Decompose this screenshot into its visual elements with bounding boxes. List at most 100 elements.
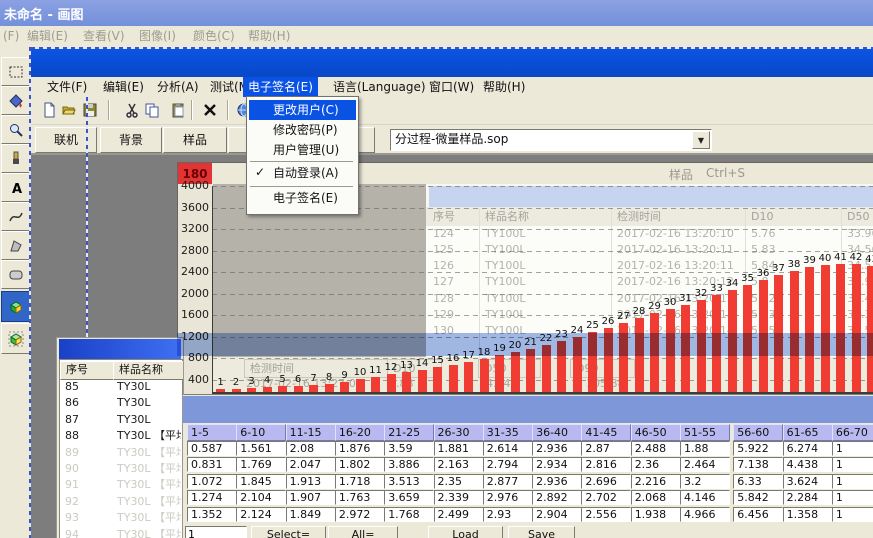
tool-button-text[interactable]: A — [1, 173, 30, 202]
paint-menu-item[interactable]: 编辑(E) — [27, 28, 68, 45]
dist-cell[interactable]: 1.913 — [286, 474, 336, 489]
toolbar-button-cut[interactable] — [122, 100, 142, 120]
app-menu-item[interactable]: 语言(Language) — [328, 77, 431, 97]
dist-cell[interactable]: 1.802 — [335, 457, 385, 472]
dist-cell[interactable]: 1.876 — [335, 441, 385, 456]
dist-cell[interactable]: 1 — [832, 507, 873, 522]
dist-cell[interactable]: 2.936 — [532, 441, 582, 456]
tool-button-fill[interactable] — [1, 86, 30, 115]
dist-cell[interactable]: 2.934 — [532, 457, 582, 472]
left-table-row-num[interactable]: 88 — [65, 428, 79, 443]
dist-cell[interactable]: 2.816 — [581, 457, 631, 472]
dist-col-header[interactable]: 46-50 — [631, 424, 681, 441]
tool-button-curve[interactable] — [1, 202, 30, 231]
dist-cell[interactable]: 2.104 — [236, 490, 286, 505]
dist-cell[interactable]: 2.047 — [286, 457, 336, 472]
dist-cell[interactable]: 1.072 — [187, 474, 237, 489]
app-menu-item[interactable]: 文件(F) — [42, 77, 92, 97]
tool-button-magnifier[interactable] — [1, 115, 30, 144]
dist-cell[interactable]: 2.702 — [581, 490, 631, 505]
dist-cell[interactable]: 5.842 — [733, 490, 783, 505]
app-menu-item[interactable]: 帮助(H) — [478, 77, 530, 97]
dist-cell[interactable]: 7.138 — [733, 457, 783, 472]
dist-col-header[interactable]: 6-10 — [236, 424, 286, 441]
control-button-Select[interactable]: Select= — [251, 526, 326, 538]
dist-cell[interactable]: 1 — [832, 474, 873, 489]
paint-menu-item[interactable]: (F) — [3, 28, 19, 45]
dist-cell[interactable]: 1.561 — [236, 441, 286, 456]
dist-cell[interactable]: 2.284 — [783, 490, 833, 505]
toolbar-button-new-file[interactable] — [39, 100, 59, 120]
dist-cell[interactable]: 6.274 — [783, 441, 833, 456]
dist-cell[interactable]: 3.886 — [384, 457, 434, 472]
menu-item[interactable]: 更改用户(C) — [249, 100, 356, 120]
toolbar-button-delete-x[interactable] — [200, 100, 220, 120]
dist-cell[interactable]: 1.718 — [335, 474, 385, 489]
dist-cell[interactable]: 2.87 — [581, 441, 631, 456]
dist-cell[interactable]: 2.794 — [483, 457, 533, 472]
dist-cell[interactable]: 1.88 — [680, 441, 730, 456]
app-button-背景[interactable]: 背景 — [100, 127, 162, 153]
left-window-titlebar[interactable] — [59, 339, 181, 359]
app-menu-item[interactable]: 编辑(E) — [98, 77, 149, 97]
paint-menu-item[interactable]: 图像(I) — [139, 28, 176, 45]
dist-cell[interactable]: 1 — [832, 457, 873, 472]
dist-cell[interactable]: 2.163 — [434, 457, 484, 472]
dist-col-header[interactable]: 56-60 — [733, 424, 783, 441]
dist-cell[interactable]: 1 — [832, 441, 873, 456]
dist-cell[interactable]: 2.892 — [532, 490, 582, 505]
app-menu-item[interactable]: 电子签名(E) — [243, 77, 318, 97]
tool-button-rounded-rect[interactable] — [1, 260, 30, 289]
dist-col-header[interactable]: 26-30 — [434, 424, 484, 441]
dist-col-header[interactable]: 31-35 — [483, 424, 533, 441]
dist-cell[interactable]: 2.696 — [581, 474, 631, 489]
app-titlebar[interactable] — [31, 49, 873, 77]
toolbar-button-copy[interactable] — [142, 100, 162, 120]
dist-cell[interactable]: 1.769 — [236, 457, 286, 472]
dist-col-header[interactable]: 21-25 — [384, 424, 434, 441]
dist-cell[interactable]: 2.068 — [631, 490, 681, 505]
paint-menu-item[interactable]: 查看(V) — [83, 28, 125, 45]
toolbar-button-paste[interactable] — [168, 100, 188, 120]
dist-cell[interactable]: 2.499 — [434, 507, 484, 522]
control-button-Save[interactable]: Save — [508, 526, 575, 538]
dist-cell[interactable]: 1.849 — [286, 507, 336, 522]
dist-cell[interactable]: 1.763 — [335, 490, 385, 505]
control-button-All[interactable]: All= — [328, 526, 398, 538]
dist-col-header[interactable]: 51-55 — [680, 424, 730, 441]
menu-item[interactable]: 用户管理(U) — [249, 140, 356, 160]
toolbar-button-open-folder[interactable] — [59, 100, 79, 120]
sop-combo-box[interactable]: 分过程-微量样品.sop▼ — [390, 129, 712, 151]
dist-cell[interactable]: 2.93 — [483, 507, 533, 522]
dist-cell[interactable]: 2.976 — [483, 490, 533, 505]
left-table-row-name[interactable]: TY30L — [117, 379, 181, 394]
dist-cell[interactable]: 2.614 — [483, 441, 533, 456]
dist-cell[interactable]: 5.922 — [733, 441, 783, 456]
left-table-row-name[interactable]: TY30L — [117, 395, 181, 410]
dist-col-header[interactable]: 16-20 — [335, 424, 385, 441]
dist-cell[interactable]: 1.881 — [434, 441, 484, 456]
dist-cell[interactable]: 4.438 — [783, 457, 833, 472]
left-table-row-name[interactable]: TY30L — [117, 412, 181, 427]
left-table-row-num[interactable]: 87 — [65, 412, 79, 427]
dist-col-header[interactable]: 1-5 — [187, 424, 237, 441]
row-number-input[interactable] — [185, 526, 247, 538]
dist-cell[interactable]: 6.33 — [733, 474, 783, 489]
dist-cell[interactable]: 1.768 — [384, 507, 434, 522]
dist-cell[interactable]: 1.907 — [286, 490, 336, 505]
dist-cell[interactable]: 2.36 — [631, 457, 681, 472]
dist-col-header[interactable]: 66-70 — [832, 424, 873, 441]
dist-cell[interactable]: 2.35 — [434, 474, 484, 489]
tool-button-brush[interactable] — [1, 144, 30, 173]
dist-cell[interactable]: 2.556 — [581, 507, 631, 522]
dist-col-header[interactable]: 11-15 — [286, 424, 336, 441]
dist-cell[interactable]: 3.2 — [680, 474, 730, 489]
tool-button-cube-3d[interactable] — [1, 291, 30, 322]
left-table-row-num[interactable]: 86 — [65, 395, 79, 410]
dist-cell[interactable]: 2.08 — [286, 441, 336, 456]
selected-row-band[interactable] — [177, 333, 873, 356]
dist-cell[interactable]: 1.274 — [187, 490, 237, 505]
paint-menu-item[interactable]: 颜色(C) — [193, 28, 235, 45]
dist-cell[interactable]: 3.513 — [384, 474, 434, 489]
dist-cell[interactable]: 1.358 — [783, 507, 833, 522]
